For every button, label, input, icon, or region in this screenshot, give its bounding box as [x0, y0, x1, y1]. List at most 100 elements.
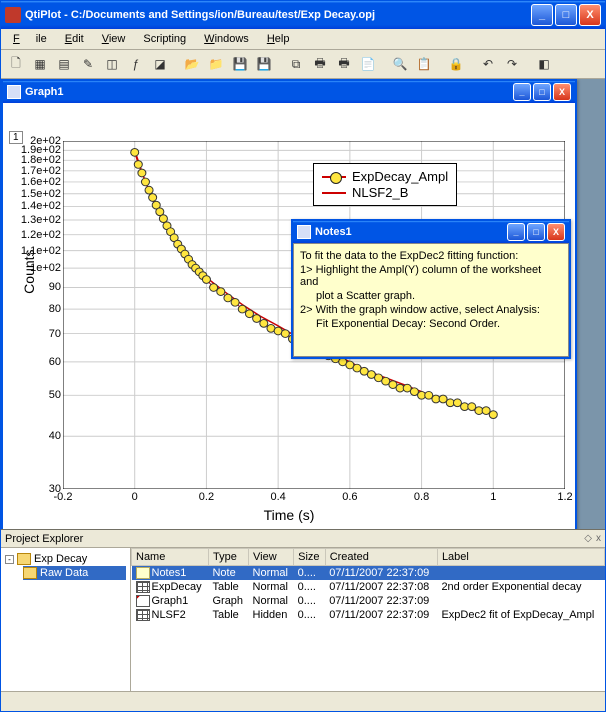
column-header[interactable]: Name: [132, 549, 209, 566]
notes-minimize-button[interactable]: _: [507, 223, 525, 241]
graph-window-titlebar[interactable]: Graph1 _ □ X: [3, 81, 575, 103]
column-header[interactable]: Type: [208, 549, 248, 566]
notes-close-button[interactable]: X: [547, 223, 565, 241]
project-explorer-float-icon[interactable]: ◇: [584, 533, 592, 544]
x-tick: 1: [490, 491, 496, 503]
table-row[interactable]: NLSF2TableHidden0....07/11/2007 22:37:09…: [132, 608, 605, 622]
graph-window-title: Graph1: [25, 86, 513, 98]
menu-scripting[interactable]: Scripting: [135, 31, 194, 47]
notes-maximize-button[interactable]: □: [527, 223, 545, 241]
tree-folder-rawdata[interactable]: Raw Data: [23, 566, 126, 580]
new-project-button[interactable]: 🗋: [5, 53, 27, 75]
lock-button[interactable]: 🔒: [445, 53, 467, 75]
save-template-button[interactable]: 💾: [253, 53, 275, 75]
tree-root-label: Exp Decay: [34, 553, 87, 565]
duplicate-button[interactable]: ⧉: [285, 53, 307, 75]
chart-legend[interactable]: ExpDecay_Ampl NLSF2_B: [313, 163, 457, 206]
new-3d-button[interactable]: ◪: [149, 53, 171, 75]
table-row[interactable]: ExpDecayTableNormal0....07/11/2007 22:37…: [132, 580, 605, 594]
new-table-button[interactable]: ▦: [29, 53, 51, 75]
y-tick: 1.2e+02: [21, 229, 61, 241]
y-tick: 40: [49, 430, 61, 442]
table-row[interactable]: Notes1NoteNormal0....07/11/2007 22:37:09: [132, 566, 605, 581]
redo-button[interactable]: ↷: [501, 53, 523, 75]
menu-view[interactable]: View: [94, 31, 134, 47]
save-button[interactable]: 💾: [229, 53, 251, 75]
project-tree[interactable]: - Exp Decay Raw Data: [1, 548, 131, 691]
table-row[interactable]: Graph1GraphNormal0....07/11/2007 22:37:0…: [132, 594, 605, 608]
graph-minimize-button[interactable]: _: [513, 83, 531, 101]
app-titlebar[interactable]: QtiPlot - C:/Documents and Settings/ion/…: [1, 1, 605, 29]
menu-file[interactable]: File: [5, 31, 55, 47]
app-minimize-button[interactable]: _: [531, 4, 553, 26]
notes-line: Fit Exponential Decay: Second Order.: [316, 318, 562, 330]
plot-layer-button[interactable]: 1: [9, 131, 23, 144]
folder-icon: [17, 553, 31, 565]
column-header[interactable]: Label: [437, 549, 604, 566]
results-log-button[interactable]: 📋: [413, 53, 435, 75]
new-graph-button[interactable]: ◫: [101, 53, 123, 75]
statusbar: [1, 691, 605, 711]
menu-help[interactable]: Help: [259, 31, 298, 47]
y-tick: 1.6e+02: [21, 176, 61, 188]
explorer-button[interactable]: 🔍: [389, 53, 411, 75]
graph-maximize-button[interactable]: □: [533, 83, 551, 101]
export-pdf-button[interactable]: 📄: [357, 53, 379, 75]
x-tick: 0.2: [199, 491, 214, 503]
app-maximize-button[interactable]: □: [555, 4, 577, 26]
project-explorer-close-icon[interactable]: x: [596, 533, 601, 544]
open-template-button[interactable]: 📁: [205, 53, 227, 75]
mdi-area: Graph1 _ □ X 1 Counts Time (s) 2e+021.9e…: [1, 79, 605, 529]
new-matrix-button[interactable]: ▤: [53, 53, 75, 75]
menubar: File Edit View Scripting Windows Help: [1, 29, 605, 50]
column-header[interactable]: View: [249, 549, 294, 566]
y-tick: 50: [49, 389, 61, 401]
tbl-icon: [136, 581, 150, 593]
legend-marker-1: [322, 176, 346, 178]
project-list[interactable]: NameTypeViewSizeCreatedLabel Notes1NoteN…: [131, 548, 605, 691]
tree-toggle-icon[interactable]: -: [5, 555, 14, 564]
column-header[interactable]: Created: [325, 549, 437, 566]
notes-window-titlebar[interactable]: Notes1 _ □ X: [293, 221, 569, 243]
menu-edit[interactable]: Edit: [57, 31, 92, 47]
open-button[interactable]: 📂: [181, 53, 203, 75]
y-tick: 80: [49, 303, 61, 315]
column-header[interactable]: Size: [294, 549, 326, 566]
x-tick: 0.4: [270, 491, 285, 503]
project-explorer-titlebar[interactable]: Project Explorer ◇ x: [1, 530, 605, 548]
app-close-button[interactable]: X: [579, 4, 601, 26]
notes-line: plot a Scatter graph.: [316, 290, 562, 302]
y-tick: 1.1e+02: [21, 245, 61, 257]
new-note-button[interactable]: ✎: [77, 53, 99, 75]
graph-icon: [136, 595, 150, 607]
x-tick: 0.6: [342, 491, 357, 503]
x-tick: 0: [132, 491, 138, 503]
cascade-button[interactable]: ◧: [533, 53, 555, 75]
y-tick: 1.5e+02: [21, 188, 61, 200]
print-button[interactable]: 🖶: [309, 53, 331, 75]
x-axis-label: Time (s): [264, 507, 315, 523]
notes-body[interactable]: To fit the data to the ExpDec2 fitting f…: [293, 243, 569, 357]
notes-window[interactable]: Notes1 _ □ X To fit the data to the ExpD…: [291, 219, 571, 359]
print-all-button[interactable]: 🖶: [333, 53, 355, 75]
menu-windows[interactable]: Windows: [196, 31, 257, 47]
y-tick: 60: [49, 356, 61, 368]
folder-icon: [23, 567, 37, 579]
tree-folder-label: Raw Data: [40, 567, 88, 579]
legend-label-2: NLSF2_B: [352, 185, 408, 200]
y-tick: 1e+02: [30, 262, 61, 274]
tbl-icon: [136, 609, 150, 621]
tree-root[interactable]: - Exp Decay: [5, 552, 126, 566]
y-tick: 1.4e+02: [21, 200, 61, 212]
notes-line: 2> With the graph window active, select …: [300, 304, 562, 316]
undo-button[interactable]: ↶: [477, 53, 499, 75]
graph-close-button[interactable]: X: [553, 83, 571, 101]
notes-window-icon: [297, 225, 311, 239]
note-icon: [136, 567, 150, 579]
new-function-button[interactable]: ƒ: [125, 53, 147, 75]
y-tick: 1.3e+02: [21, 214, 61, 226]
legend-marker-2: [322, 192, 346, 194]
notes-window-title: Notes1: [315, 226, 507, 238]
legend-label-1: ExpDecay_Ampl: [352, 169, 448, 184]
x-tick: 0.8: [414, 491, 429, 503]
